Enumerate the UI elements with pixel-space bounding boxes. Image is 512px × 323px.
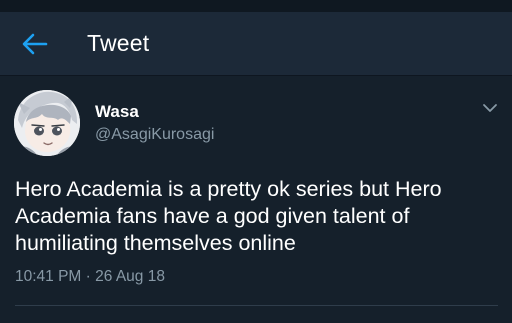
avatar[interactable] (14, 90, 80, 156)
tweet-text: Hero Academia is a pretty ok series but … (15, 177, 442, 255)
page-title: Tweet (87, 30, 150, 56)
tweet-time: 10:41 PM (15, 268, 82, 285)
chevron-down-icon (483, 104, 497, 112)
author-handle[interactable]: @AsagiKurosagi (95, 125, 214, 145)
back-button[interactable] (20, 29, 50, 59)
tweet-timestamp[interactable]: 10:41 PM · 26 Aug 18 (15, 267, 165, 287)
tweet-date: 26 Aug 18 (95, 268, 165, 285)
author-display-name[interactable]: Wasa (95, 102, 139, 122)
avatar-illustration (14, 90, 80, 156)
top-app-bar: Tweet (0, 12, 512, 76)
tweet-menu-button[interactable] (478, 98, 502, 118)
status-bar (0, 0, 512, 12)
meta-separator: · (85, 268, 91, 285)
tweet-card: Wasa @AsagiKurosagi Hero Academia is a p… (0, 76, 512, 323)
arrow-left-icon (22, 33, 48, 55)
divider (15, 305, 498, 306)
